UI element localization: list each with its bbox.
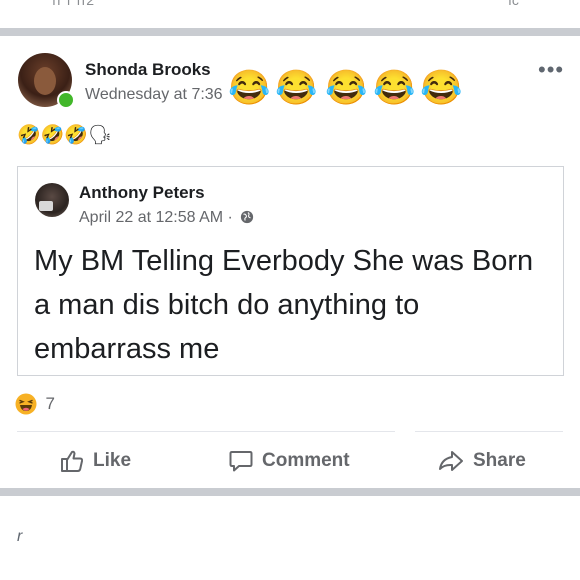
status-fragment-left: ıı ı ıı2 [52,0,96,8]
feed-divider-top [0,28,580,36]
shared-author-avatar[interactable] [35,183,69,217]
shared-timestamp-row: April 22 at 12:58 AM · [79,209,254,227]
shared-timestamp[interactable]: April 22 at 12:58 AM · [79,209,233,226]
more-options-icon[interactable]: ••• [538,59,564,81]
comment-bubble-icon [229,451,253,472]
globe-icon [241,210,254,223]
laughing-emoji-icon: 😂 [420,69,463,107]
shared-post[interactable]: Anthony Peters April 22 at 12:58 AM · My… [17,166,564,376]
post-caption: 🤣🤣🤣🗣 [17,125,113,146]
share-arrow-icon [439,451,463,471]
comment-label: Comment [262,450,350,471]
thumbs-up-icon [61,450,84,472]
action-divider [17,431,395,432]
like-label: Like [93,450,132,471]
like-button[interactable]: Like [59,446,131,476]
reaction-count: 7 [45,394,55,413]
post-timestamp[interactable]: Wednesday at 7:36 [85,86,223,104]
laughing-emoji-icon: 😂 [228,69,271,107]
avatar-detail [39,201,53,211]
laughing-emoji-icon: 😂 [325,69,368,107]
post-author-name[interactable]: Shonda Brooks [85,60,211,80]
share-label: Share [473,450,526,471]
laughing-emoji-icon: 😂 [373,69,416,107]
avatar-face [34,67,56,95]
feed-divider-bottom [0,488,580,496]
haha-reaction-icon [15,393,37,415]
reaction-summary[interactable]: 7 [15,393,55,419]
shared-post-text: My BM Telling Everbody She was Born a ma… [34,245,534,365]
previous-post-fragment: ıı ı ıı2 ıc [0,0,580,28]
status-fragment-right: ıc [508,0,519,8]
laughing-emoji-icon: 😂 [275,69,318,107]
share-button[interactable]: Share [437,446,526,476]
shared-author-name[interactable]: Anthony Peters [79,183,205,203]
action-divider [415,431,563,432]
next-post-fragment: r [17,528,23,545]
comment-button[interactable]: Comment [228,446,350,476]
online-status-indicator [57,91,75,109]
